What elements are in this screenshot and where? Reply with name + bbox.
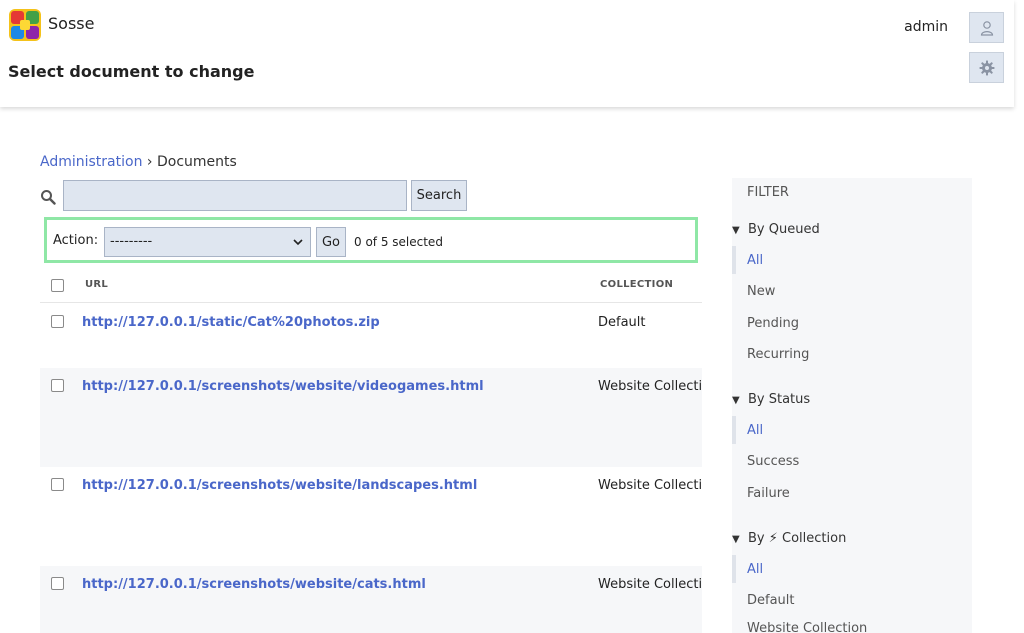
filter-option[interactable]: Default [747,593,795,608]
filter-group-queued: ▼ By Queued All New Pending Recurring [732,222,972,362]
filter-group-title[interactable]: ▼ By ⚡ Collection [732,531,846,546]
table-header: URL Collection [40,268,702,303]
breadcrumb: Administration › Documents [40,154,237,170]
document-collection: Website Collection [598,379,702,394]
search-input[interactable] [63,180,407,211]
column-header-url[interactable]: URL [85,279,108,290]
filter-group-title[interactable]: ▼ By Status [732,392,810,407]
collapse-triangle-icon: ▼ [732,395,740,406]
selected-indicator [732,555,736,583]
results-table: URL Collection http://127.0.0.1/static/C… [40,268,702,633]
header: Sosse Select document to change admin [0,0,1014,107]
search-icon [41,190,56,205]
action-selected-option: --------- [110,234,153,249]
action-label: Action: [53,233,99,248]
table-row: http://127.0.0.1/static/Cat%20photos.zip… [40,304,702,368]
sosse-logo-icon[interactable] [8,8,42,42]
filter-option[interactable]: Recurring [747,347,809,362]
breadcrumb-current: Documents [156,154,237,170]
filter-option[interactable]: All [747,253,763,268]
document-url-link[interactable]: http://127.0.0.1/static/Cat%20photos.zip [82,315,380,330]
row-checkbox[interactable] [51,379,64,392]
select-all-checkbox[interactable] [51,279,64,292]
filter-option[interactable]: Success [747,454,799,469]
filter-sidebar: FILTER ▼ By Queued All New Pending Recurr… [732,178,972,633]
filter-option[interactable]: New [747,284,775,299]
filter-option[interactable]: All [747,423,763,438]
column-header-collection[interactable]: Collection [600,279,673,290]
collapse-triangle-icon: ▼ [732,225,740,236]
gear-icon [979,60,994,75]
chevron-down-icon [293,239,303,246]
table-row: http://127.0.0.1/screenshots/website/lan… [40,467,702,566]
document-collection: Website Collection [598,577,702,592]
page-title: Select document to change [8,62,255,81]
selected-indicator [732,416,736,444]
row-checkbox[interactable] [51,315,64,328]
table-row: http://127.0.0.1/screenshots/website/cat… [40,566,702,633]
selection-counter: 0 of 5 selected [354,235,443,249]
search-button[interactable]: Search [411,180,467,211]
table-row: http://127.0.0.1/screenshots/website/vid… [40,368,702,467]
user-menu-button[interactable] [969,12,1004,43]
filter-option[interactable]: Pending [747,316,799,331]
selected-indicator [732,246,736,274]
breadcrumb-administration-link[interactable]: Administration [40,154,142,170]
action-select[interactable]: --------- [104,227,311,257]
breadcrumb-separator: › [146,154,153,170]
username: admin [904,19,948,35]
actions-bar: Action: --------- Go 0 of 5 selected [44,217,698,263]
document-collection: Default [598,315,646,330]
filter-option[interactable]: Website Collection [747,621,867,633]
document-url-link[interactable]: http://127.0.0.1/screenshots/website/vid… [82,379,484,394]
filter-title: FILTER [747,185,789,200]
filter-group-collection: ▼ By ⚡ Collection All Default Website Col… [732,531,972,633]
document-url-link[interactable]: http://127.0.0.1/screenshots/website/cat… [82,577,426,592]
filter-option[interactable]: Failure [747,486,790,501]
user-icon [980,20,993,36]
filter-option[interactable]: All [747,562,763,577]
row-checkbox[interactable] [51,478,64,491]
row-checkbox[interactable] [51,577,64,590]
document-collection: Website Collection [598,478,702,493]
filter-group-status: ▼ By Status All Success Failure [732,392,972,502]
settings-button[interactable] [969,52,1004,83]
collapse-triangle-icon: ▼ [732,534,740,545]
go-button[interactable]: Go [316,227,346,257]
brand-name[interactable]: Sosse [48,14,94,33]
document-url-link[interactable]: http://127.0.0.1/screenshots/website/lan… [82,478,477,493]
filter-group-title[interactable]: ▼ By Queued [732,222,820,237]
